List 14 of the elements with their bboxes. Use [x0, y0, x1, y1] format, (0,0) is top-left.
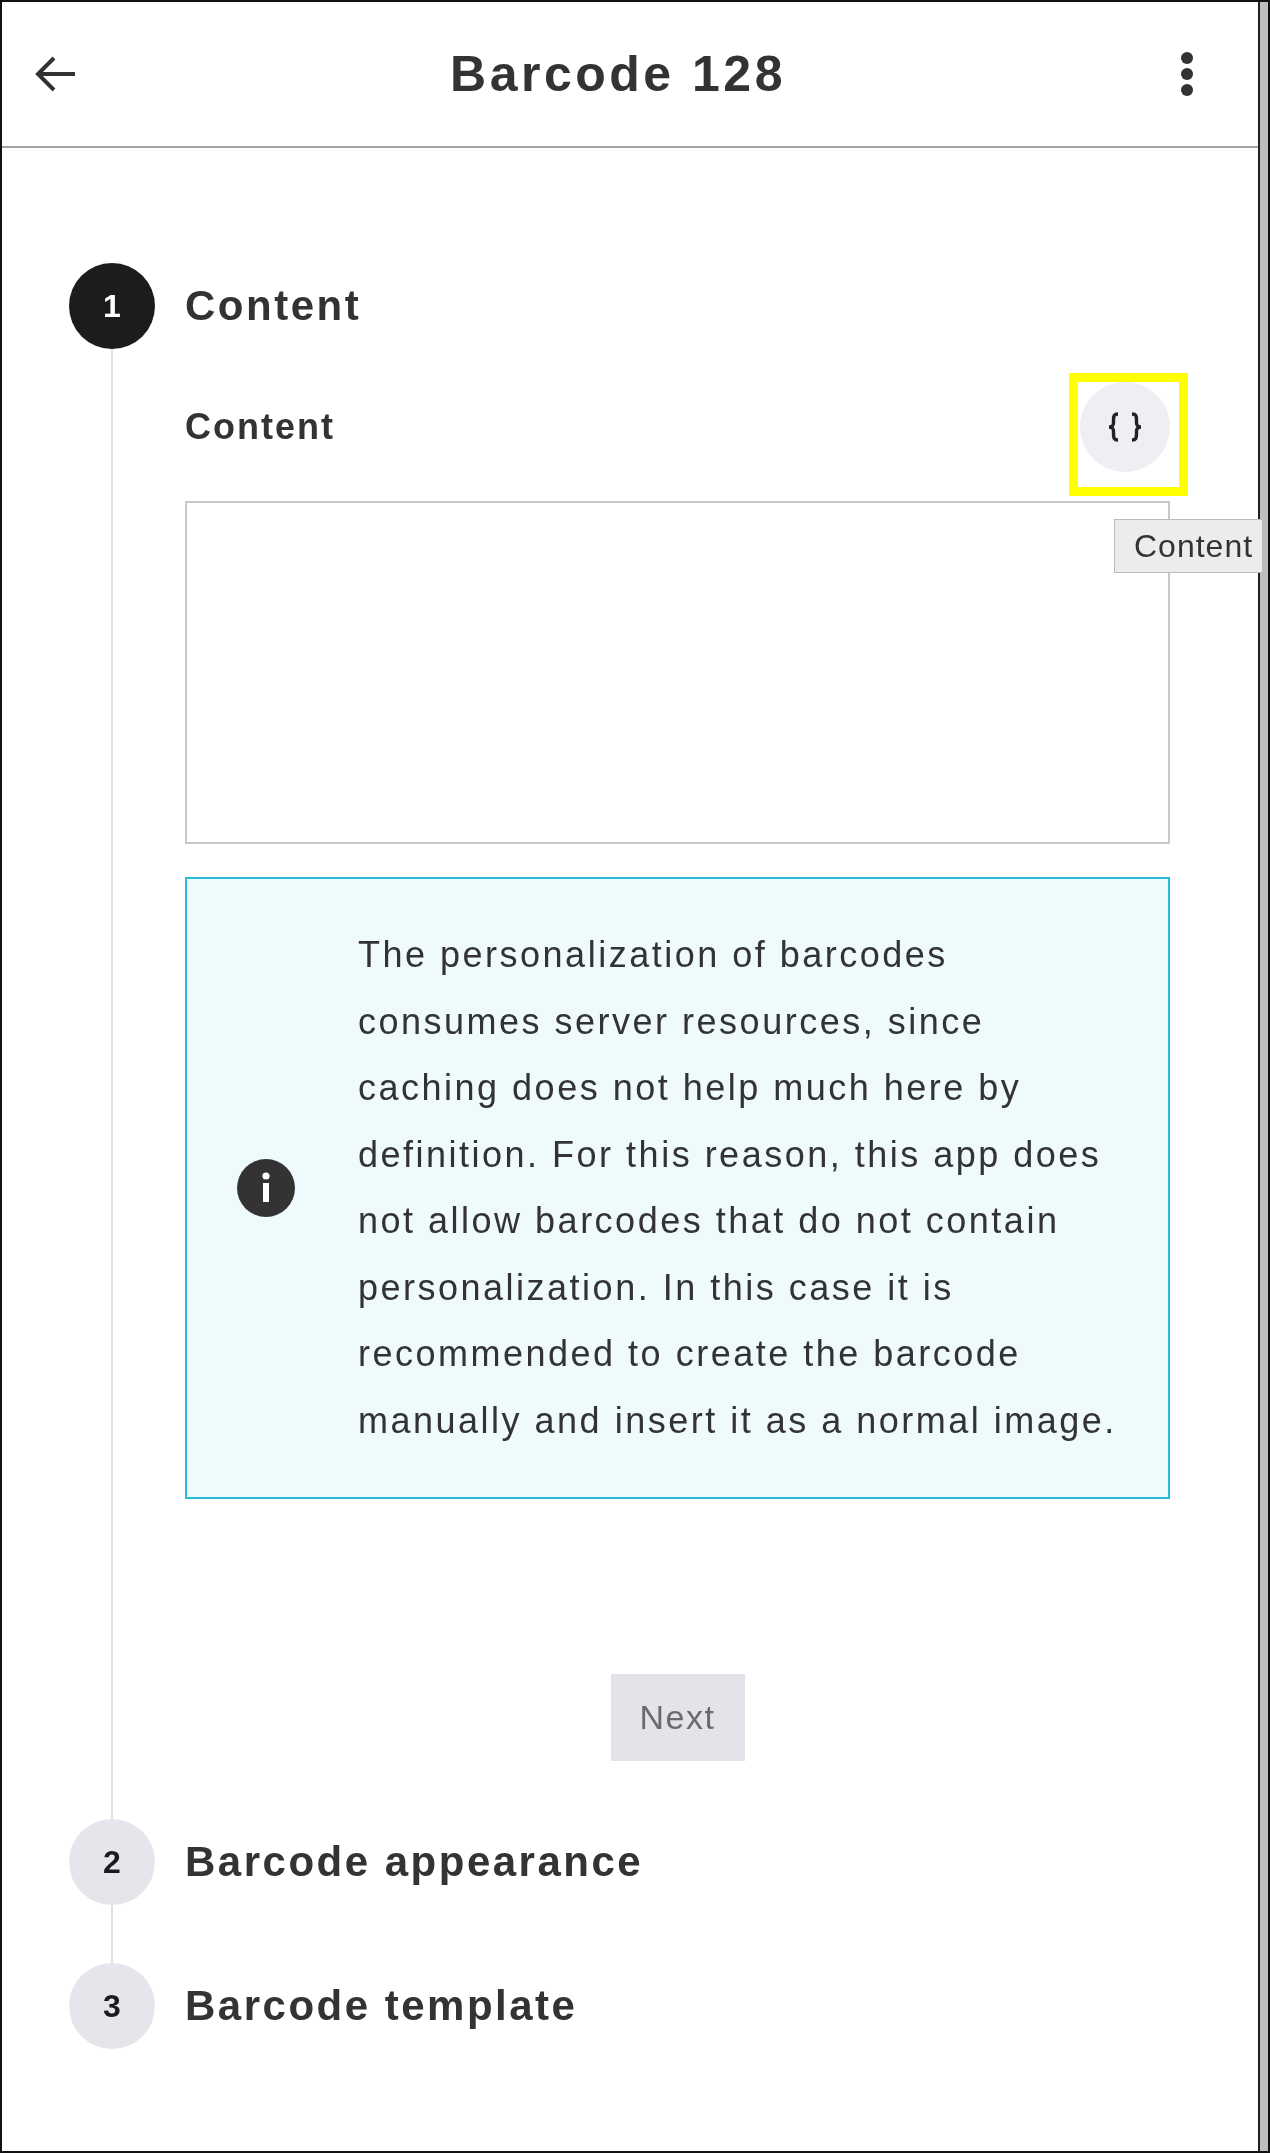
step-number: 2 [69, 1819, 155, 1905]
step-number: 1 [69, 263, 155, 349]
step-title[interactable]: Content [185, 282, 362, 330]
page-title: Barcode 128 [449, 45, 787, 103]
more-menu-icon [1180, 51, 1194, 97]
info-text: The personalization of barcodes consumes server resources, since caching does not help much here by definition. For this reason, this app does not allow barcodes that do not contain personalization. In this case it is recommended to create the barcode manually and insert it as a normal image. [358, 933, 1118, 1443]
field-label: Content [185, 406, 335, 448]
step-title[interactable]: Barcode template [185, 1982, 578, 2030]
braces-icon [1107, 412, 1143, 442]
step-title[interactable]: Barcode appearance [185, 1838, 644, 1886]
more-button[interactable] [1180, 51, 1194, 97]
tooltip: Content [1114, 519, 1264, 573]
step-number: 3 [69, 1963, 155, 2049]
info-icon [237, 1159, 295, 1217]
